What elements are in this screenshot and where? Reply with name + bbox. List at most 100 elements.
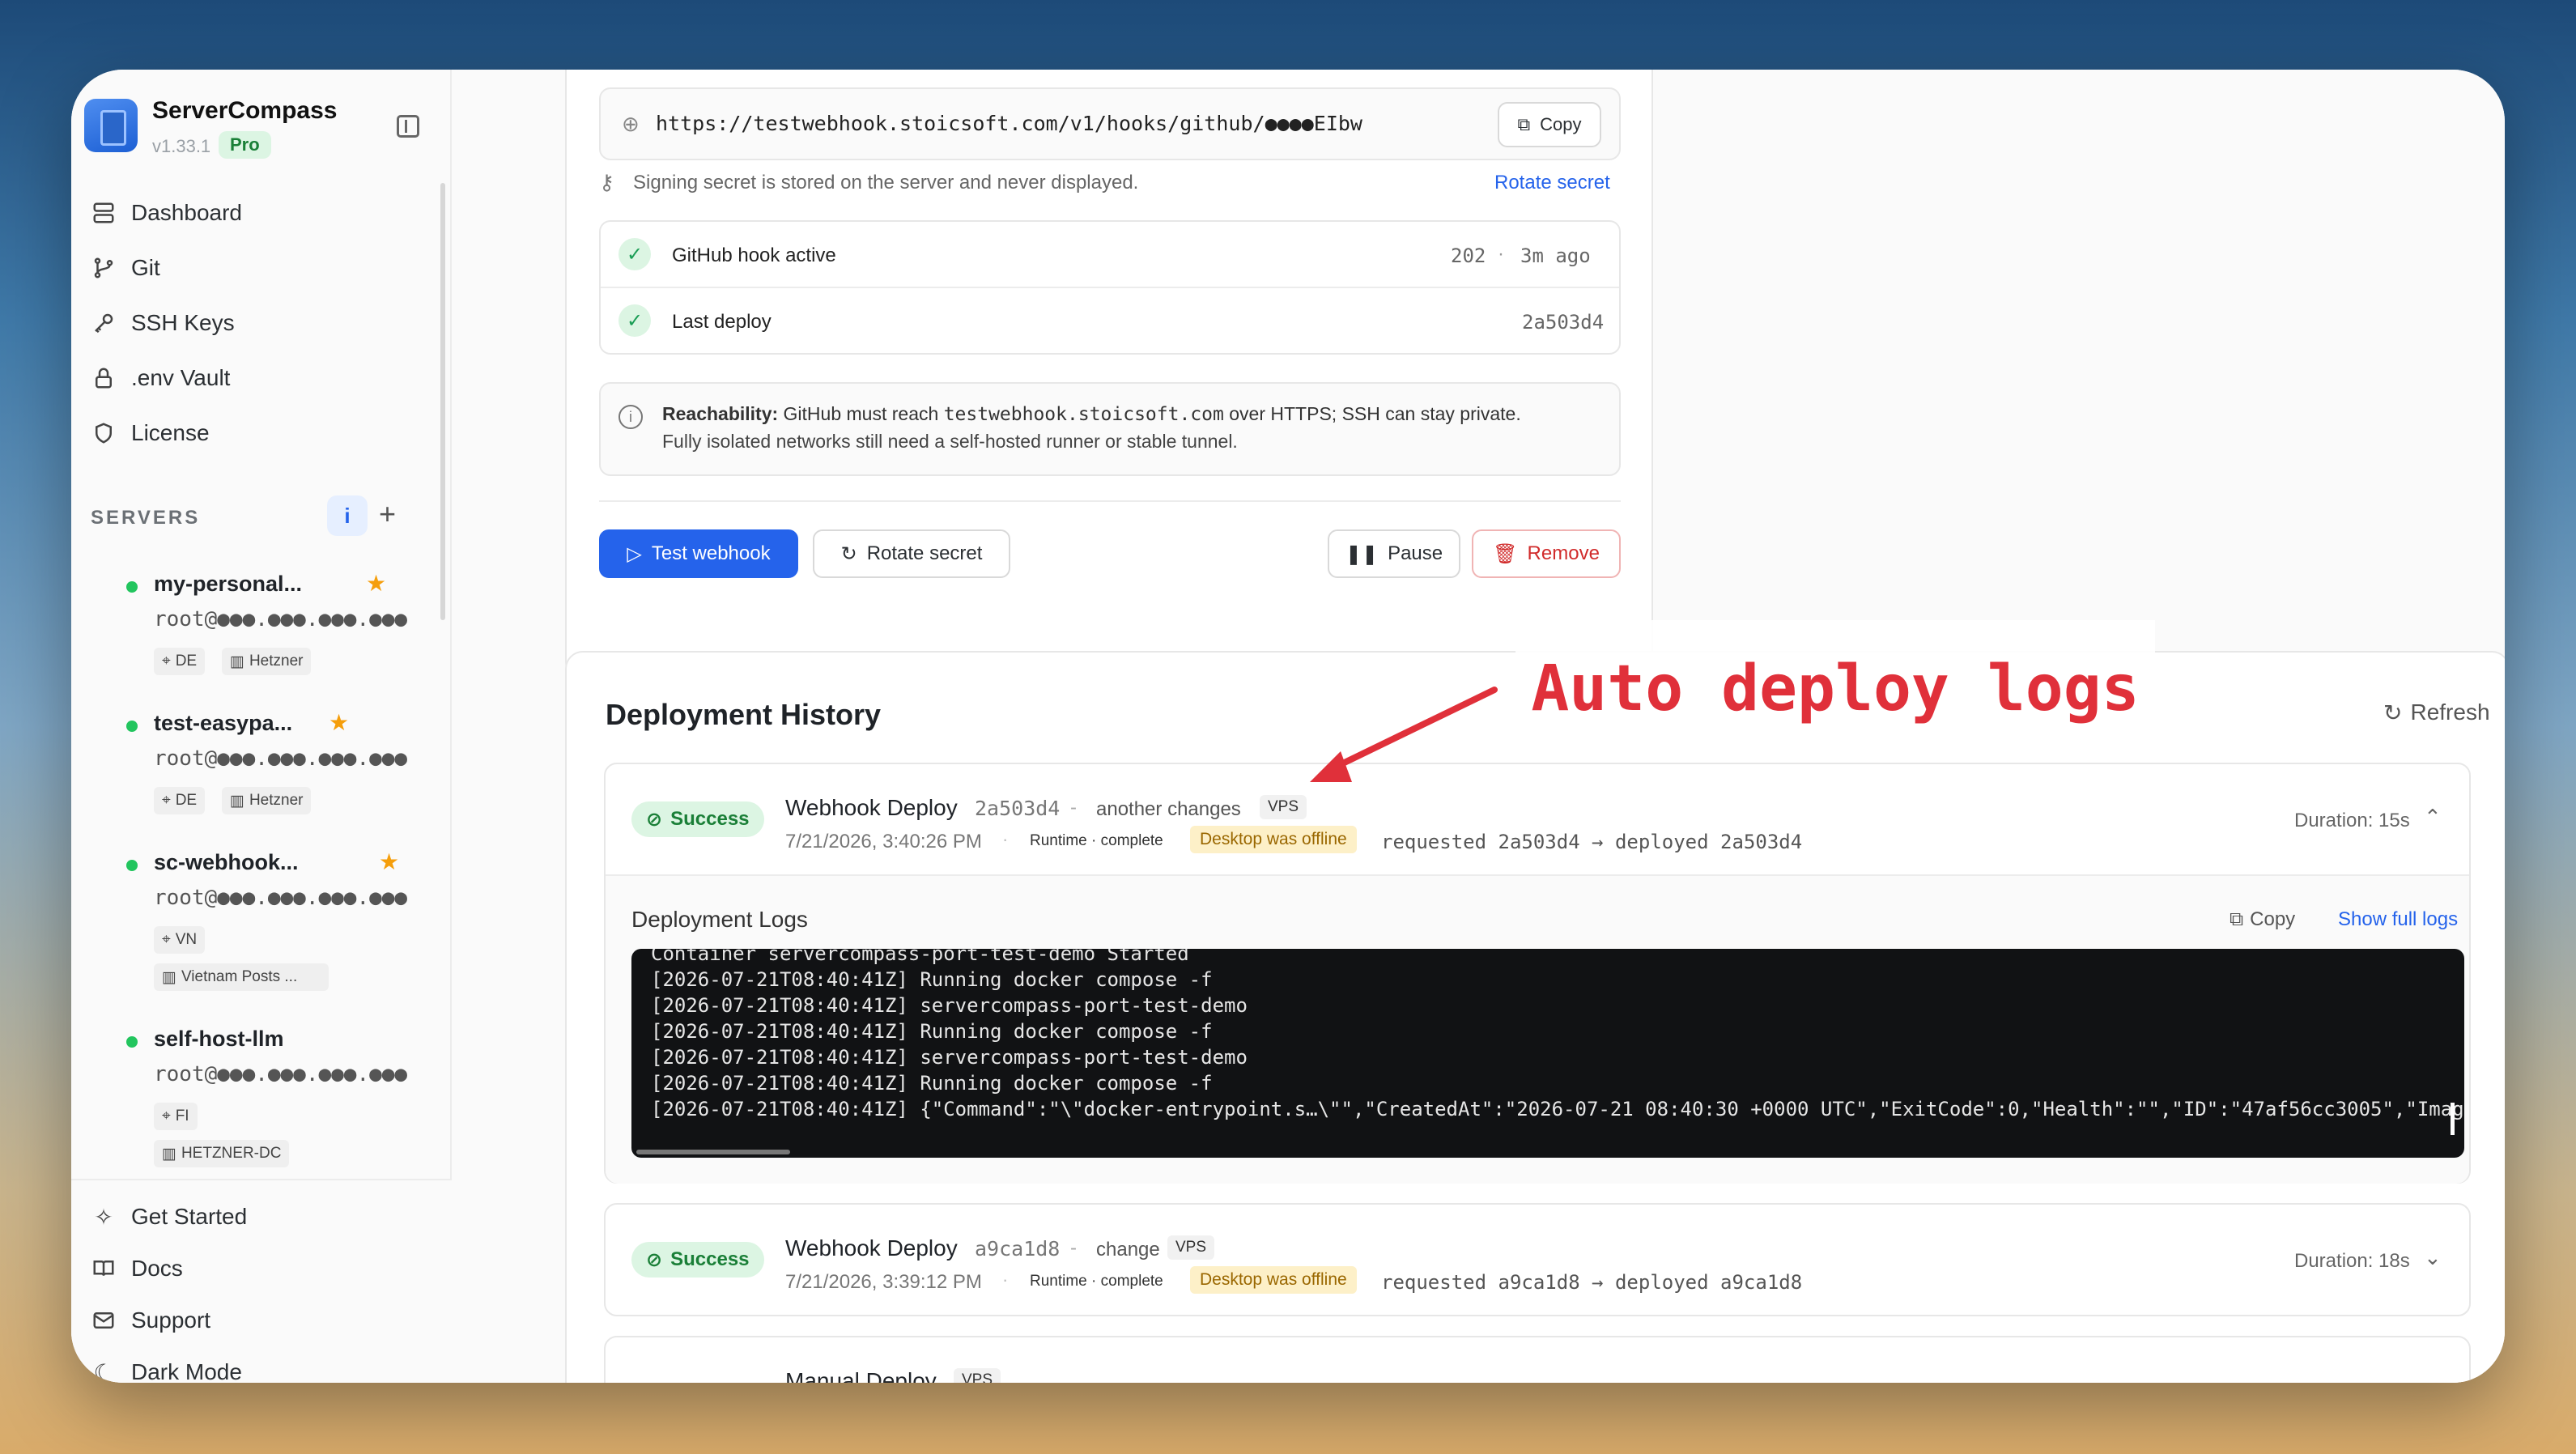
nav-dark-mode[interactable]: ☾ Dark Mode	[91, 1352, 242, 1383]
refresh-icon: ↻	[840, 542, 857, 565]
building-icon: ▥	[230, 653, 244, 670]
nav-label: SSH Keys	[131, 310, 235, 335]
webhook-url-field[interactable]: ⊕ https://testwebhook.stoicsoft.com/v1/h…	[599, 87, 1621, 160]
nav-git[interactable]: Git	[91, 248, 160, 288]
globe-icon: ⊕	[622, 112, 640, 136]
nav-label: Dark Mode	[131, 1359, 242, 1383]
copy-url-button[interactable]: ⧉ Copy	[1498, 102, 1601, 147]
deploy-time: 7/21/2026, 3:39:12 PM	[785, 1271, 982, 1293]
star-icon[interactable]: ★	[379, 848, 399, 875]
app-window: ServerCompass v1.33.1 Pro Dashboard Git …	[71, 70, 2505, 1383]
hook-time: 3m ago	[1520, 244, 1591, 267]
rotate-secret-button[interactable]: ↻ Rotate secret	[813, 529, 1010, 578]
nav-env-vault[interactable]: .env Vault	[91, 358, 230, 398]
deploy-duration: Duration: 18s	[2294, 1250, 2410, 1272]
chevron-up-icon[interactable]: ⌃	[2424, 805, 2442, 830]
server-user: root@●●●.●●●.●●●.●●●	[154, 1062, 408, 1086]
server-name: sc-webhook...	[154, 850, 299, 874]
log-line: [2026-07-21T08:40:41Z] Running docker co…	[651, 1020, 1213, 1043]
target-tag: VPS	[954, 1368, 1001, 1383]
check-icon: ✓	[618, 304, 651, 337]
star-icon[interactable]: ★	[329, 709, 349, 736]
location-tag: ⌖ VN	[154, 926, 206, 954]
app-name: ServerCompass	[152, 97, 338, 124]
hook-status: GitHub hook active	[672, 244, 836, 266]
sparkle-icon: ✧	[94, 1204, 113, 1230]
pause-icon: ❚❚	[1345, 542, 1379, 565]
sidebar-bottom-nav: ✧ Get Started Docs Support ☾ Dark Mode	[71, 1179, 452, 1383]
secret-note: Signing secret is stored on the server a…	[633, 172, 1139, 193]
deploy-flow: requested a9ca1d8 → deployed a9ca1d8	[1381, 1271, 1803, 1294]
divider	[599, 500, 1621, 502]
shield-icon	[91, 420, 117, 446]
target-tag: VPS	[1260, 795, 1307, 819]
building-icon: ▥	[162, 1145, 176, 1163]
app-version: v1.33.1	[152, 136, 211, 156]
online-status-dot	[126, 721, 138, 732]
webhook-status-list: ✓ GitHub hook active 202 · 3m ago ✓ Last…	[599, 220, 1621, 355]
nav-ssh-keys[interactable]: SSH Keys	[91, 303, 235, 343]
log-line: [2026-07-21T08:40:41Z] {"Command":"\"doc…	[651, 1098, 2464, 1120]
lock-icon	[91, 365, 117, 391]
nav-label: Git	[131, 255, 160, 280]
runtime-tag: Runtime · complete	[1022, 829, 1171, 853]
nav-label: Dashboard	[131, 200, 242, 225]
terminal-cursor	[2451, 1103, 2455, 1135]
nav-license[interactable]: License	[91, 413, 210, 453]
nav-dashboard[interactable]: Dashboard	[91, 193, 242, 233]
key-icon	[91, 310, 117, 336]
logs-horizontal-scrollbar[interactable]	[636, 1150, 790, 1154]
git-branch-icon	[91, 255, 117, 281]
annotation-text: Auto deploy logs	[1531, 653, 2140, 725]
last-deploy-label: Last deploy	[672, 311, 772, 333]
show-full-logs-link[interactable]: Show full logs	[2338, 908, 2458, 931]
nav-support[interactable]: Support	[91, 1300, 210, 1341]
rotate-secret-link[interactable]: Rotate secret	[1494, 172, 1610, 194]
last-deploy-sha: 2a503d4	[1522, 311, 1605, 334]
check-icon: ✓	[618, 238, 651, 270]
chevron-down-icon[interactable]: ⌄	[2424, 1245, 2442, 1270]
check-circle-icon: ⊘	[646, 808, 663, 831]
sidebar-scrollbar[interactable]	[440, 183, 445, 620]
deploy-item[interactable]: ⊘ Success Webhook Deploy a9ca1d8 - change…	[604, 1203, 2471, 1316]
play-icon: ▷	[627, 542, 642, 565]
app-logo	[84, 99, 138, 152]
reachability-line-1: Reachability: GitHub must reach testwebh…	[662, 403, 1521, 425]
pin-icon: ⌖	[162, 931, 171, 948]
deploy-flow: requested 2a503d4 → deployed 2a503d4	[1381, 831, 1803, 853]
runtime-tag: Runtime · complete	[1022, 1269, 1171, 1294]
trash-icon: 🗑︎	[1493, 542, 1518, 565]
reachability-notice: i Reachability: GitHub must reach testwe…	[599, 382, 1621, 476]
nav-get-started[interactable]: ✧ Get Started	[91, 1197, 247, 1237]
test-webhook-button[interactable]: ▷ Test webhook	[599, 529, 798, 578]
pin-icon: ⌖	[162, 653, 171, 670]
logs-terminal[interactable]: Container servercompass-port-test-demo S…	[631, 949, 2464, 1158]
refresh-button[interactable]: ↻ Refresh	[2383, 699, 2490, 726]
sidebar-collapse-icon[interactable]	[397, 115, 419, 138]
copy-logs-button[interactable]: ⧉ Copy	[2230, 908, 2295, 931]
status-badge: ⊘ Success	[631, 801, 764, 837]
refresh-icon: ↻	[2383, 700, 2403, 725]
server-user: root@●●●.●●●.●●●.●●●	[154, 886, 408, 910]
location-tag: ⌖ FI	[154, 1103, 198, 1130]
log-line: [2026-07-21T08:40:41Z] servercompass-por…	[651, 994, 1248, 1017]
provider-tag: ▥ Hetzner	[222, 787, 312, 814]
book-icon	[91, 1256, 117, 1282]
info-icon[interactable]: i	[327, 495, 368, 536]
log-line: [2026-07-21T08:40:41Z] Running docker co…	[651, 968, 1213, 991]
remove-button[interactable]: 🗑︎ Remove	[1472, 529, 1621, 578]
add-server-icon[interactable]: +	[379, 497, 396, 531]
offline-warning-tag: Desktop was offline	[1190, 826, 1357, 853]
star-icon[interactable]: ★	[366, 570, 386, 597]
server-user: root@●●●.●●●.●●●.●●●	[154, 607, 408, 631]
separator: -	[1070, 1237, 1077, 1259]
key-icon: ⚷	[599, 170, 615, 194]
deploy-item[interactable]: Manual Deploy VPS	[604, 1336, 2471, 1383]
logs-title: Deployment Logs	[631, 907, 808, 932]
separator: -	[1070, 797, 1077, 818]
building-icon: ▥	[230, 792, 244, 810]
nav-docs[interactable]: Docs	[91, 1248, 183, 1289]
pin-icon: ⌖	[162, 792, 171, 809]
divider	[601, 287, 1619, 288]
pause-button[interactable]: ❚❚ Pause	[1328, 529, 1460, 578]
